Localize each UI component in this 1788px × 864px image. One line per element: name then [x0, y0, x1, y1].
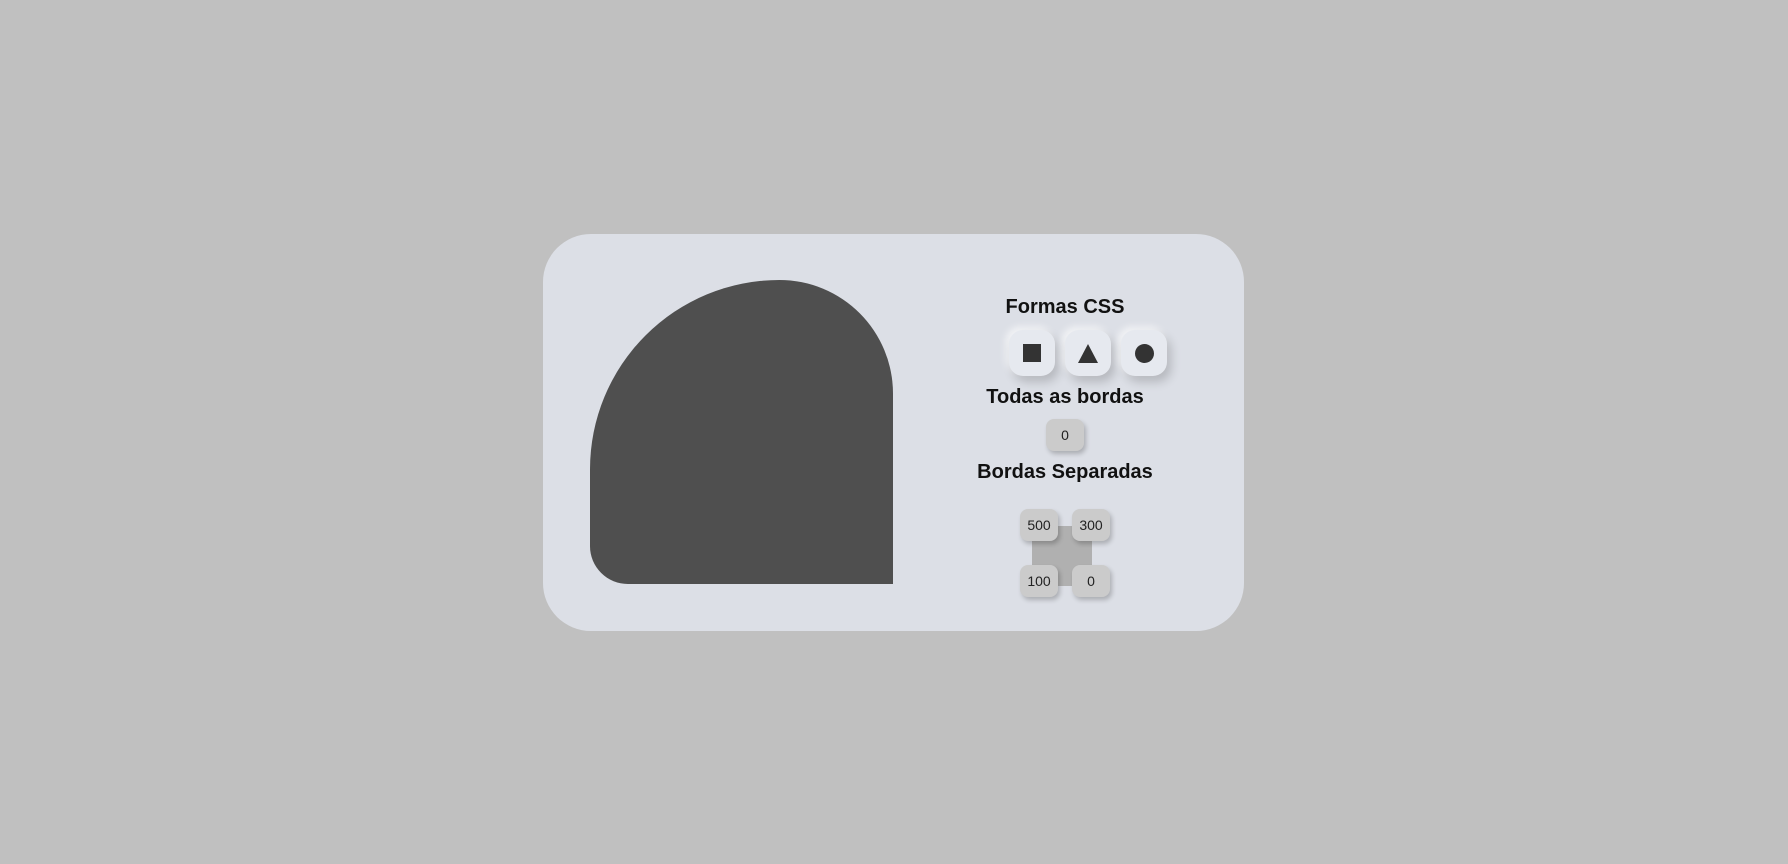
- square-icon: [1023, 344, 1041, 362]
- shape-editor-card: Formas CSS Todas as bordas Bordas Separa…: [543, 234, 1244, 631]
- triangle-button[interactable]: [1065, 330, 1111, 376]
- separate-borders-group: [1015, 509, 1117, 597]
- border-bottom-right-input[interactable]: [1072, 565, 1110, 597]
- controls-panel: Formas CSS Todas as bordas Bordas Separa…: [949, 234, 1181, 631]
- shape-buttons: [949, 330, 1181, 378]
- border-top-right-input[interactable]: [1072, 509, 1110, 541]
- triangle-icon: [1078, 343, 1098, 363]
- square-button[interactable]: [1009, 330, 1055, 376]
- all-borders-input[interactable]: [1046, 419, 1084, 451]
- shapes-title: Formas CSS: [1005, 296, 1125, 318]
- border-top-left-input[interactable]: [1020, 509, 1058, 541]
- border-bottom-left-input[interactable]: [1020, 565, 1058, 597]
- all-borders-title: Todas as bordas: [986, 386, 1144, 408]
- separate-borders-title: Bordas Separadas: [977, 461, 1153, 483]
- circle-icon: [1134, 343, 1154, 363]
- circle-button[interactable]: [1121, 330, 1167, 376]
- shape-preview: [590, 280, 893, 584]
